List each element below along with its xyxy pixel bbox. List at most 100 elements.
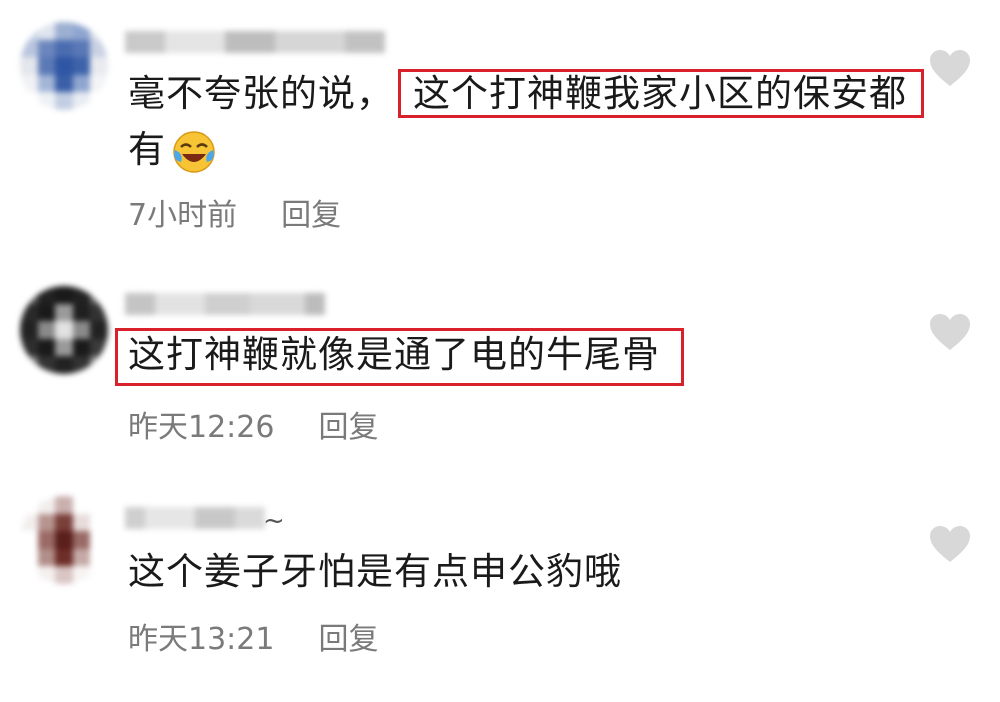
comment-text: 这打神鞭就像是通了电的牛尾骨 (128, 333, 660, 376)
avatar-pixel (37, 92, 56, 110)
avatar-pixel (90, 513, 108, 532)
avatar-pixel (20, 321, 38, 339)
avatar-pixel (90, 286, 108, 304)
comment-meta: 昨天13:21 回复 (128, 614, 378, 658)
comment-meta: 7小时前 回复 (128, 190, 341, 234)
avatar-mosaic (20, 286, 108, 374)
avatar-pixel (90, 356, 108, 374)
heart-icon[interactable] (928, 48, 972, 88)
avatar-pixel (37, 548, 56, 567)
avatar-pixel (55, 321, 73, 339)
avatar-pixel (72, 57, 91, 75)
comment-text: 毫不夸张的说， 这个打神鞭我家小区的保安都 (128, 66, 924, 122)
reply-button[interactable]: 回复 (318, 410, 378, 445)
avatar-pixel (20, 338, 38, 357)
avatar-pixel (20, 22, 38, 40)
username-blurred[interactable] (125, 28, 385, 56)
username-suffix: ~ (263, 506, 285, 536)
avatar-pixel (55, 338, 73, 357)
avatar-pixel (20, 39, 38, 58)
avatar-pixel (20, 356, 38, 374)
avatar-pixel (55, 22, 73, 40)
avatar-pixel (37, 338, 56, 357)
reply-button[interactable]: 回复 (281, 198, 341, 233)
avatar-pixel (90, 321, 108, 339)
avatar-pixel (37, 286, 56, 304)
avatar-pixel (37, 22, 56, 40)
avatar-pixel (72, 92, 91, 110)
avatar-pixel (72, 513, 91, 532)
avatar-pixel (72, 321, 91, 339)
avatar-pixel (90, 74, 108, 93)
avatar-pixel (55, 566, 73, 584)
username-blurred[interactable] (125, 504, 265, 532)
avatar-pixel (90, 548, 108, 567)
avatar-pixel (72, 356, 91, 374)
avatar-pixel (72, 22, 91, 40)
avatar-pixel (20, 513, 38, 532)
avatar[interactable] (20, 286, 108, 374)
avatar-pixel (55, 303, 73, 322)
comment-time: 昨天12:26 (128, 410, 275, 445)
avatar-pixel (90, 57, 108, 75)
avatar-pixel (55, 74, 73, 93)
avatar-pixel (37, 356, 56, 374)
avatar-pixel (72, 303, 91, 322)
avatar-pixel (37, 74, 56, 93)
avatar-pixel (37, 496, 56, 514)
comment-text: 这个姜子牙怕是有点申公豹哦 (128, 550, 622, 593)
heart-icon[interactable] (928, 312, 972, 352)
avatar[interactable] (20, 22, 108, 110)
avatar-pixel (72, 74, 91, 93)
avatar-pixel (90, 566, 108, 584)
avatar[interactable] (20, 496, 108, 584)
comment-time: 7小时前 (128, 198, 238, 233)
avatar-pixel (20, 566, 38, 584)
avatar-pixel (37, 39, 56, 58)
avatar-pixel (20, 286, 38, 304)
avatar-pixel (72, 531, 91, 549)
laughing-crying-emoji-icon (173, 130, 215, 173)
avatar-pixel (20, 92, 38, 110)
avatar-pixel (55, 92, 73, 110)
avatar-pixel (90, 338, 108, 357)
highlight-box: 这个打神鞭我家小区的保安都 (398, 69, 924, 118)
avatar-pixel (90, 22, 108, 40)
avatar-pixel (72, 566, 91, 584)
avatar-pixel (20, 531, 38, 549)
avatar-pixel (20, 303, 38, 322)
avatar-pixel (90, 496, 108, 514)
avatar-pixel (72, 548, 91, 567)
avatar-pixel (90, 531, 108, 549)
avatar-pixel (37, 513, 56, 532)
avatar-pixel (37, 531, 56, 549)
avatar-mosaic (20, 496, 108, 584)
avatar-pixel (72, 286, 91, 304)
avatar-pixel (20, 548, 38, 567)
comment-text-continued: 有 (128, 122, 216, 178)
avatar-pixel (55, 531, 73, 549)
avatar-pixel (55, 286, 73, 304)
avatar-pixel (20, 74, 38, 93)
avatar-pixel (20, 57, 38, 75)
avatar-pixel (55, 356, 73, 374)
comment-meta: 昨天12:26 回复 (128, 402, 378, 446)
avatar-pixel (72, 496, 91, 514)
avatar-pixel (90, 303, 108, 322)
comment-time: 昨天13:21 (128, 622, 275, 657)
username-blurred[interactable] (125, 290, 325, 318)
avatar-pixel (90, 92, 108, 110)
avatar-pixel (55, 496, 73, 514)
avatar-pixel (37, 303, 56, 322)
avatar-pixel (55, 548, 73, 567)
avatar-pixel (72, 338, 91, 357)
avatar-mosaic (20, 22, 108, 110)
avatar-pixel (37, 57, 56, 75)
avatar-pixel (55, 513, 73, 532)
avatar-pixel (20, 496, 38, 514)
comment-text-before: 毫不夸张的说， (128, 72, 394, 115)
avatar-pixel (90, 39, 108, 58)
reply-button[interactable]: 回复 (318, 622, 378, 657)
heart-icon[interactable] (928, 524, 972, 564)
avatar-pixel (55, 39, 73, 58)
